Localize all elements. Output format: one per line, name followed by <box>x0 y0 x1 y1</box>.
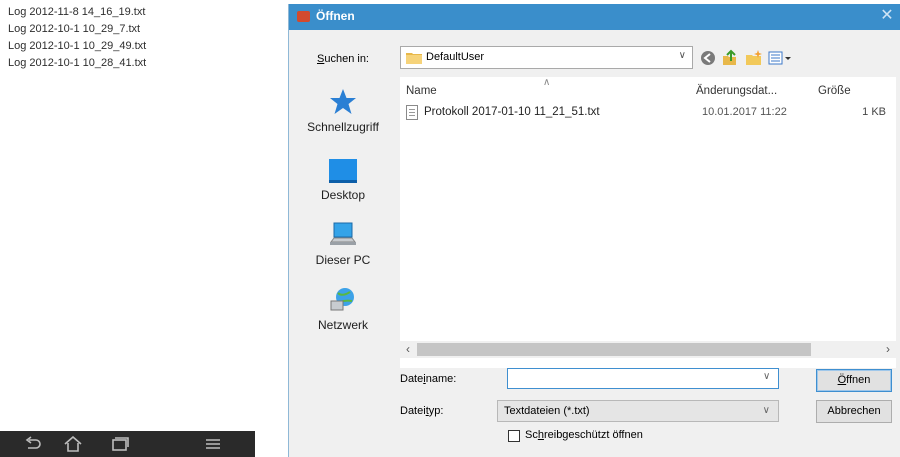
home-icon <box>64 436 82 452</box>
place-desktop[interactable]: Desktop <box>297 157 389 202</box>
file-row[interactable]: Protokoll 2017-01-10 11_21_51.txt 10.01.… <box>406 105 896 123</box>
network-icon <box>330 288 354 311</box>
open-file-dialog: Öffnen ✕ Suchen in: DefaultUser ∨ Schnel… <box>288 4 900 457</box>
place-quick-access[interactable]: Schnellzugriff <box>297 87 389 134</box>
quick-access-icon <box>330 89 356 114</box>
filetype-label: Dateityp: <box>400 405 444 417</box>
menu-icon <box>206 439 220 449</box>
file-date: 10.01.2017 11:22 <box>702 106 787 118</box>
place-network[interactable]: Netzwerk <box>297 285 389 332</box>
checkbox-box[interactable] <box>508 430 520 442</box>
this-pc-icon <box>330 222 356 245</box>
readonly-label: Schreibgeschützt öffnen <box>525 429 643 441</box>
place-this-pc[interactable]: Dieser PC <box>297 220 389 267</box>
open-button[interactable]: Öffnen <box>816 369 892 392</box>
log-file-item[interactable]: Log 2012-11-8 14_16_19.txt <box>8 4 146 21</box>
lookin-value: DefaultUser <box>426 51 485 63</box>
text-file-icon <box>406 105 418 120</box>
close-button[interactable]: ✕ <box>875 5 899 27</box>
filename-label: Dateiname: <box>400 373 457 385</box>
chevron-down-icon: ∨ <box>762 405 770 416</box>
scrollbar-thumb[interactable] <box>417 343 811 356</box>
column-header-size[interactable]: Größe <box>818 85 851 97</box>
file-name: Protokoll 2017-01-10 11_21_51.txt <box>424 106 600 118</box>
back-button[interactable] <box>13 431 53 457</box>
home-button[interactable] <box>53 431 93 457</box>
scroll-right-icon[interactable]: › <box>881 342 895 356</box>
log-file-list: Log 2012-11-8 14_16_19.txt Log 2012-10-1… <box>8 4 146 72</box>
android-nav-bar <box>0 431 255 457</box>
recents-button[interactable] <box>100 431 140 457</box>
close-icon: ✕ <box>880 7 894 24</box>
filename-input[interactable] <box>507 368 779 389</box>
sort-ascending-icon: ∧ <box>543 77 551 88</box>
column-header-date[interactable]: Änderungsdat... <box>696 85 777 97</box>
file-size: 1 KB <box>862 106 886 118</box>
title-bar[interactable]: Öffnen ✕ <box>289 4 900 30</box>
chevron-down-icon: ∨ <box>678 50 686 61</box>
dialog-title: Öffnen <box>316 9 355 23</box>
back-icon[interactable] <box>699 49 717 67</box>
phone-panel: Log 2012-11-8 14_16_19.txt Log 2012-10-1… <box>0 0 255 457</box>
app-icon <box>297 11 310 22</box>
recents-icon <box>112 437 129 451</box>
filetype-dropdown[interactable]: Textdateien (*.txt) ∨ <box>497 400 779 422</box>
log-file-item[interactable]: Log 2012-10-1 10_29_49.txt <box>8 38 146 55</box>
view-menu-icon[interactable] <box>768 49 792 67</box>
places-bar: Schnellzugriff Desktop Dieser PC Netzwer… <box>297 77 389 377</box>
cancel-button[interactable]: Abbrechen <box>816 400 892 423</box>
lookin-dropdown[interactable]: DefaultUser ∨ <box>400 46 693 69</box>
horizontal-scrollbar[interactable]: ‹ › <box>400 341 896 358</box>
new-folder-icon[interactable] <box>745 49 763 67</box>
chevron-down-icon[interactable]: ∨ <box>763 371 770 382</box>
lookin-label: Suchen in: <box>317 53 369 65</box>
filetype-value: Textdateien (*.txt) <box>504 405 590 417</box>
desktop-icon <box>329 159 357 183</box>
folder-icon <box>406 53 422 64</box>
scroll-left-icon[interactable]: ‹ <box>401 342 415 356</box>
menu-button[interactable] <box>193 431 233 457</box>
back-icon <box>25 436 41 449</box>
file-list[interactable]: ∧ Name Änderungsdat... Größe Protokoll 2… <box>400 77 896 368</box>
up-folder-icon[interactable] <box>721 49 739 67</box>
column-header-name[interactable]: Name <box>406 85 437 97</box>
log-file-item[interactable]: Log 2012-10-1 10_29_7.txt <box>8 21 146 38</box>
log-file-item[interactable]: Log 2012-10-1 10_28_41.txt <box>8 55 146 72</box>
